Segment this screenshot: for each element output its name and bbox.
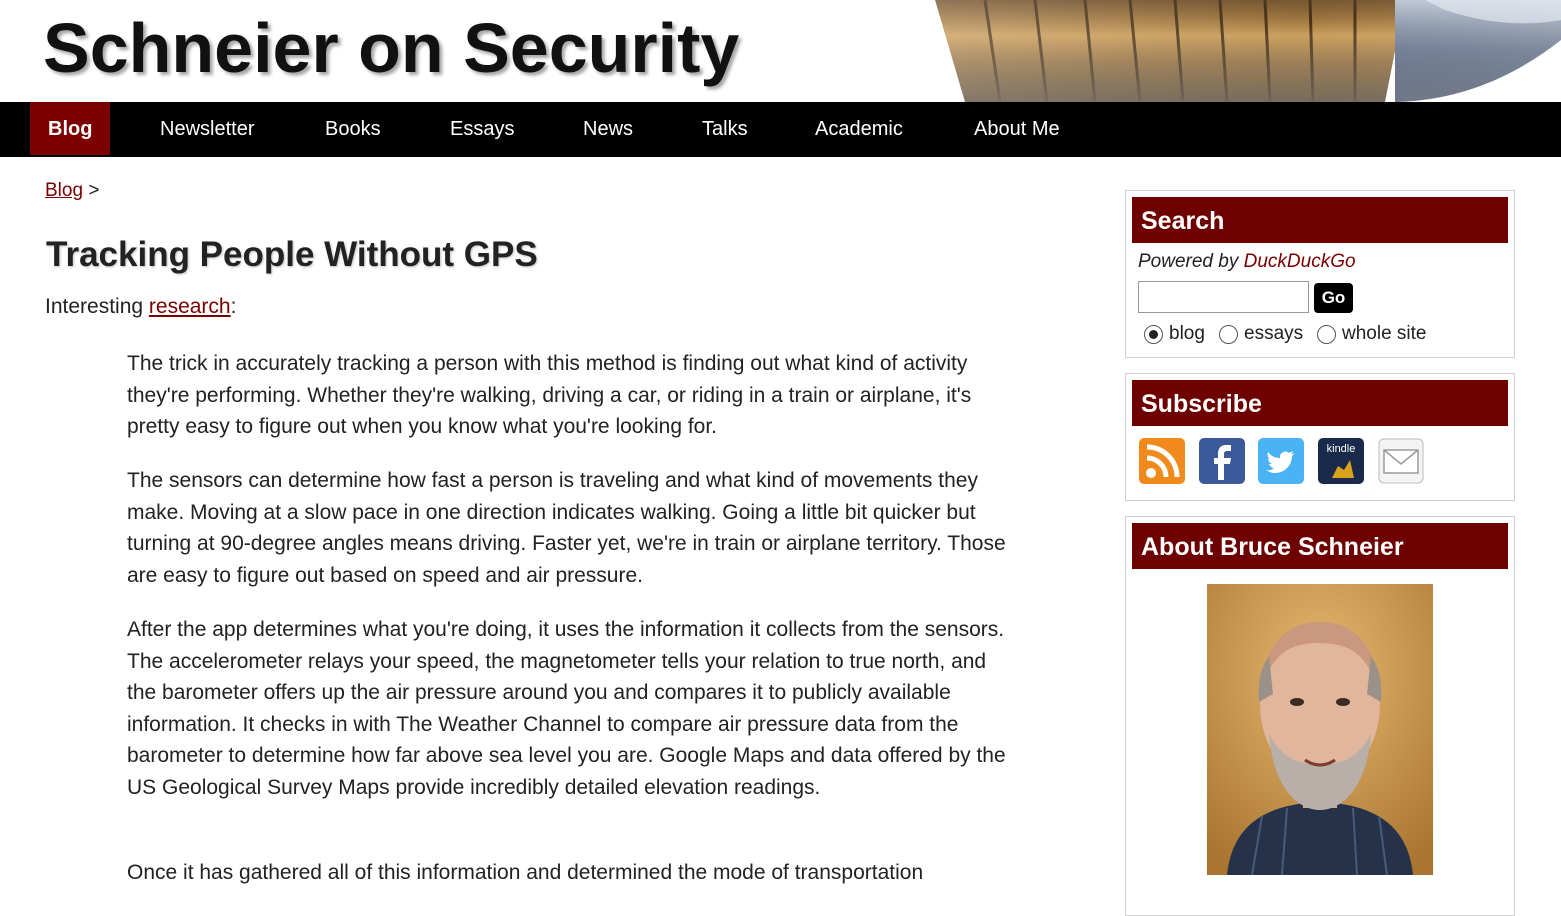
kindle-label: kindle — [1327, 443, 1356, 455]
research-link[interactable]: research — [149, 295, 231, 318]
blockquote-paragraph-4: Once it has gathered all of this informa… — [127, 861, 924, 884]
breadcrumb-separator: > — [88, 180, 100, 201]
intro-text: Interesting — [45, 295, 149, 318]
nav-item-about-me[interactable]: About Me — [974, 102, 1060, 157]
about-widget: About Bruce Schneier — [1125, 516, 1515, 916]
duckduckgo-link[interactable]: DuckDuckGo — [1244, 251, 1356, 272]
scope-essays-label: essays — [1244, 323, 1304, 344]
subscribe-heading: Subscribe — [1132, 380, 1508, 426]
facebook-icon[interactable] — [1199, 438, 1245, 484]
nav-item-essays[interactable]: Essays — [450, 102, 514, 157]
nav-item-news[interactable]: News — [583, 102, 633, 157]
nav-item-books[interactable]: Books — [325, 102, 381, 157]
scope-whole-site-label: whole site — [1342, 323, 1427, 344]
cryptex-lock-image — [925, 0, 1561, 102]
email-icon[interactable] — [1378, 438, 1424, 484]
twitter-icon[interactable] — [1258, 438, 1304, 484]
main-nav: Blog Newsletter Books Essays News Talks … — [0, 102, 1561, 157]
nav-item-talks[interactable]: Talks — [702, 102, 748, 157]
breadcrumb-blog-link[interactable]: Blog — [45, 180, 83, 201]
post-title: Tracking People Without GPS — [46, 235, 538, 274]
scope-blog[interactable]: blog — [1144, 323, 1205, 345]
nav-item-blog[interactable]: Blog — [30, 102, 111, 155]
powered-by: Powered by DuckDuckGo — [1138, 251, 1356, 273]
blockquote-paragraph-1: The trick in accurately tracking a perso… — [127, 352, 972, 438]
radio-blog[interactable] — [1144, 324, 1163, 344]
nav-item-newsletter[interactable]: Newsletter — [160, 102, 254, 157]
scope-whole-site[interactable]: whole site — [1317, 323, 1427, 345]
site-title[interactable]: Schneier on Security — [43, 8, 739, 88]
powered-by-label: Powered by — [1138, 251, 1244, 272]
site-header: Schneier on Security — [0, 0, 1561, 102]
about-heading: About Bruce Schneier — [1132, 523, 1508, 569]
blockquote-paragraph-3: After the app determines what you're doi… — [127, 618, 1006, 799]
scope-blog-label: blog — [1169, 323, 1205, 344]
scope-essays[interactable]: essays — [1219, 323, 1303, 345]
rss-icon[interactable] — [1139, 438, 1185, 484]
kindle-icon[interactable]: kindle — [1318, 438, 1364, 484]
intro-colon: : — [230, 295, 237, 318]
radio-whole-site[interactable] — [1317, 324, 1336, 344]
subscribe-widget: Subscribe kindle — [1125, 373, 1515, 501]
breadcrumb: Blog > — [45, 180, 99, 202]
nav-item-academic[interactable]: Academic — [815, 102, 903, 157]
post-intro: Interesting research: — [45, 295, 236, 319]
search-input[interactable] — [1138, 281, 1309, 313]
radio-essays[interactable] — [1219, 324, 1238, 344]
search-go-button[interactable]: Go — [1314, 283, 1353, 313]
search-widget: Search Powered by DuckDuckGo Go blog ess… — [1125, 190, 1515, 358]
bruce-schneier-photo — [1207, 584, 1433, 875]
blockquote-paragraph-2: The sensors can determine how fast a per… — [127, 469, 1006, 587]
search-heading: Search — [1132, 197, 1508, 243]
